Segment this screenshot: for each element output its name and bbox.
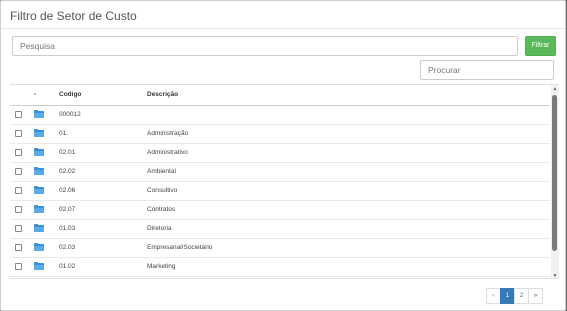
row-checkbox-cell [10, 257, 31, 277]
row-code: 02.01 [57, 143, 146, 163]
row-description: Administrativo [146, 143, 550, 163]
row-icon-cell [31, 162, 57, 182]
folder-icon[interactable] [34, 185, 44, 196]
row-icon-cell [31, 200, 57, 220]
table-row[interactable]: 01.03 Diretoria [10, 219, 550, 239]
row-description [146, 105, 550, 125]
row-checkbox-cell [10, 162, 31, 182]
folder-icon[interactable] [34, 166, 44, 177]
row-description: Marketing [146, 257, 550, 277]
row-checkbox[interactable] [15, 262, 22, 270]
results-table: - Codigo Descrição 000012 01. Administraçã… [10, 85, 550, 277]
row-code: 01.03 [57, 219, 146, 239]
row-checkbox[interactable] [15, 205, 22, 213]
row-code: 02.03 [57, 238, 146, 258]
search-row: Filtrar [12, 36, 556, 56]
dialog-title: Filtro de Setor de Custo [10, 9, 137, 23]
row-checkbox[interactable] [15, 129, 22, 137]
row-checkbox-cell [10, 105, 31, 125]
row-code: 02.06 [57, 181, 146, 201]
row-checkbox-cell [10, 219, 31, 239]
filter-dialog: Filtro de Setor de Custo Filtrar - Codig… [0, 0, 566, 311]
table-row[interactable]: 02.02 Ambiental [10, 162, 550, 182]
row-code: 000012 [57, 105, 146, 125]
row-code: 01. [57, 124, 146, 144]
header-description[interactable]: Descrição [146, 85, 550, 106]
scroll-down-arrow-icon[interactable]: ▼ [552, 273, 558, 278]
header-select [10, 85, 31, 106]
table-row[interactable]: 02.01 Administrativo [10, 143, 550, 163]
row-checkbox-cell [10, 200, 31, 220]
row-description: Consultivo [146, 181, 550, 201]
row-icon-cell [31, 143, 57, 163]
row-description: Diretoria [146, 219, 550, 239]
pagination-page-2[interactable]: 2 [514, 288, 529, 304]
filter-button[interactable]: Filtrar [525, 36, 556, 56]
row-checkbox[interactable] [15, 148, 22, 156]
row-checkbox[interactable] [15, 186, 22, 194]
row-description: Empresarial/Societário [146, 238, 550, 258]
table-header-row: - Codigo Descrição [10, 85, 550, 106]
row-code: 01.02 [57, 257, 146, 277]
row-description: Contratos [146, 200, 550, 220]
pagination-next[interactable]: » [528, 288, 543, 304]
table-scrollbar[interactable]: ▲ ▼ [551, 85, 559, 278]
header-code[interactable]: Codigo [57, 85, 146, 106]
folder-icon[interactable] [34, 109, 44, 120]
row-checkbox-cell [10, 124, 31, 144]
results-table-container: - Codigo Descrição 000012 01. Administraçã… [10, 84, 559, 279]
row-code: 02.02 [57, 162, 146, 182]
row-checkbox[interactable] [15, 224, 22, 232]
pagination-prev[interactable]: « [486, 288, 501, 304]
row-description: Administração [146, 124, 550, 144]
row-checkbox-cell [10, 181, 31, 201]
pagination: « 1 2 » [486, 288, 543, 304]
scroll-thumb[interactable] [552, 95, 557, 251]
table-row[interactable]: 01. Administração [10, 124, 550, 144]
dialog-header: Filtro de Setor de Custo [1, 1, 565, 29]
row-code: 02.07 [57, 200, 146, 220]
table-row[interactable]: 02.06 Consultivo [10, 181, 550, 201]
search-input[interactable] [12, 36, 518, 56]
folder-icon[interactable] [34, 147, 44, 158]
row-checkbox[interactable] [15, 110, 22, 118]
table-row[interactable]: 02.03 Empresarial/Societário [10, 238, 550, 258]
table-row[interactable]: 02.07 Contratos [10, 200, 550, 220]
folder-icon[interactable] [34, 128, 44, 139]
pagination-page-1[interactable]: 1 [500, 288, 515, 304]
folder-icon[interactable] [34, 261, 44, 272]
row-icon-cell [31, 238, 57, 258]
header-sort[interactable]: - [31, 85, 57, 106]
row-checkbox-cell [10, 143, 31, 163]
row-icon-cell [31, 219, 57, 239]
folder-icon[interactable] [34, 242, 44, 253]
row-icon-cell [31, 257, 57, 277]
folder-icon[interactable] [34, 223, 44, 234]
row-checkbox[interactable] [15, 243, 22, 251]
table-search-input[interactable] [420, 60, 554, 80]
row-icon-cell [31, 105, 57, 125]
row-description: Ambiental [146, 162, 550, 182]
row-checkbox-cell [10, 238, 31, 258]
folder-icon[interactable] [34, 204, 44, 215]
table-row[interactable]: 000012 [10, 105, 550, 125]
row-icon-cell [31, 181, 57, 201]
table-row[interactable]: 01.02 Marketing [10, 257, 550, 277]
scroll-up-arrow-icon[interactable]: ▲ [552, 86, 558, 92]
row-checkbox[interactable] [15, 167, 22, 175]
row-icon-cell [31, 124, 57, 144]
